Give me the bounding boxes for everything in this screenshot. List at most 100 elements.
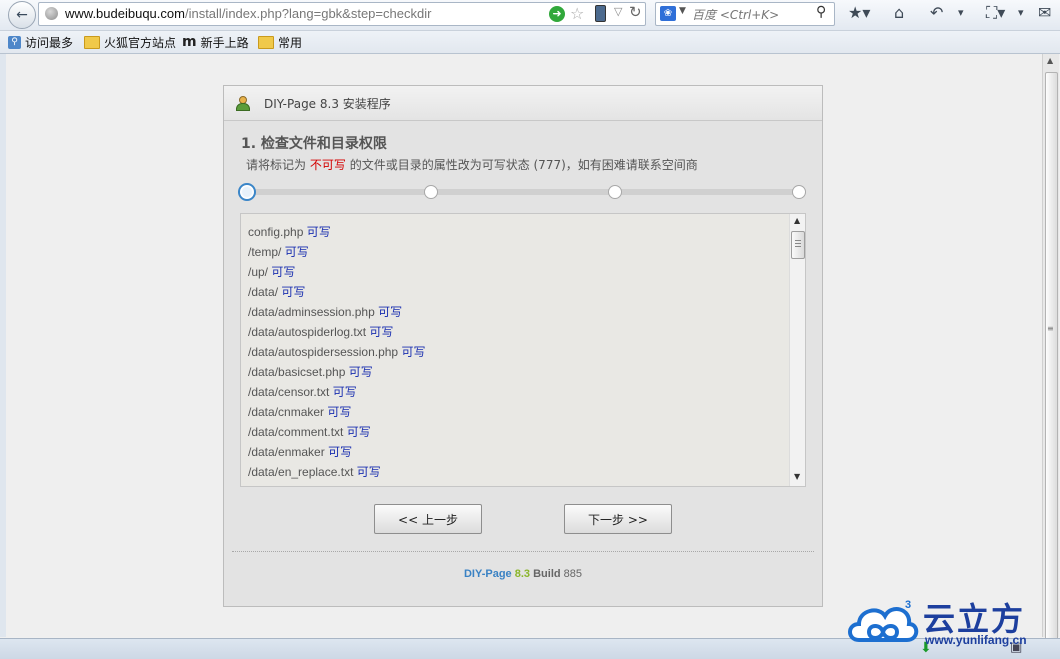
- list-item: /data/forumsession.php 可写: [248, 482, 783, 486]
- bookmark-label: 常用: [278, 35, 303, 50]
- step-description: 请将标记为 不可写 的文件或目录的属性改为可写状态 (777)，如有困难请联系空…: [246, 156, 698, 173]
- scroll-up-icon[interactable]: ▲: [1047, 56, 1053, 65]
- list-item: /data/en_replace.txt 可写: [248, 462, 783, 482]
- writable-status: 可写: [369, 325, 394, 339]
- go-icon[interactable]: ➜: [549, 6, 565, 22]
- writable-status: 可写: [348, 365, 373, 379]
- bookmarks-menu-icon[interactable]: ★▾: [848, 4, 870, 22]
- chat-icon[interactable]: ✉: [1038, 4, 1051, 22]
- list-scroll-thumb[interactable]: [791, 231, 805, 259]
- file-path: config.php: [248, 225, 304, 239]
- svg-text:3: 3: [905, 599, 911, 611]
- list-item: /temp/ 可写: [248, 242, 783, 262]
- bookmark-firefox-site[interactable]: 火狐官方站点: [84, 33, 176, 51]
- file-path: /data/en_replace.txt: [248, 465, 354, 479]
- step-dot-2: [424, 185, 438, 199]
- scroll-grip-icon: ≡: [1047, 324, 1054, 333]
- file-path: /data/basicset.php: [248, 365, 346, 379]
- list-item: /data/censor.txt 可写: [248, 382, 783, 402]
- file-path: /data/adminsession.php: [248, 305, 375, 319]
- step-dot-1: [238, 183, 256, 201]
- page-scrollbar[interactable]: ▲ ≡: [1042, 54, 1059, 644]
- writable-status: 可写: [376, 485, 400, 486]
- address-text[interactable]: www.budeibuqu.com/install/index.php?lang…: [65, 6, 431, 21]
- list-item: /data/adminsession.php 可写: [248, 302, 783, 322]
- installer-footer: DIY-Page 8.3 Build 885: [224, 568, 822, 580]
- permission-list: config.php 可写/temp/ 可写/up/ 可写/data/ 可写/d…: [248, 222, 783, 486]
- address-bar[interactable]: www.budeibuqu.com/install/index.php?lang…: [38, 2, 646, 26]
- list-item: /data/basicset.php 可写: [248, 362, 783, 382]
- writable-status: 可写: [327, 405, 352, 419]
- writable-status: 可写: [332, 385, 357, 399]
- reload-icon[interactable]: ↻: [629, 3, 642, 21]
- progress-track: [238, 189, 806, 195]
- cloud-logo-icon: 3: [848, 599, 919, 642]
- search-bar[interactable]: ❀ ▼ 百度 <Ctrl+K> ⚲: [655, 2, 835, 26]
- desc-after: 的文件或目录的属性改为可写状态 (777)，如有困难请联系空间商: [349, 158, 698, 172]
- bookmark-getting-started[interactable]: m 新手上路: [182, 33, 249, 51]
- history-dropdown-icon[interactable]: ▽: [614, 5, 622, 18]
- undo-icon[interactable]: ↶: [930, 4, 943, 22]
- bookmark-label: 火狐官方站点: [104, 35, 177, 50]
- writable-status: 可写: [271, 265, 296, 279]
- search-icon[interactable]: ⚲: [816, 4, 826, 20]
- list-scroll-up-icon[interactable]: ▲: [794, 216, 800, 225]
- url-host: www.budeibuqu.com: [65, 6, 185, 21]
- folder-icon: [84, 35, 100, 49]
- panel-header: DIY-Page 8.3 安装程序: [224, 86, 822, 121]
- file-path: /up/: [248, 265, 269, 279]
- list-item: /up/ 可写: [248, 262, 783, 282]
- browser-navbar: ← www.budeibuqu.com/install/index.php?la…: [0, 0, 1060, 31]
- file-path: /data/autospidersession.php: [248, 345, 399, 359]
- watermark-url: www.yunlifang.cn: [925, 633, 1027, 647]
- file-path: /data/cnmaker: [248, 405, 325, 419]
- search-engine-dropdown-icon[interactable]: ▼: [679, 6, 686, 16]
- permission-list-box[interactable]: config.php 可写/temp/ 可写/up/ 可写/data/ 可写/d…: [240, 213, 806, 487]
- user-icon: [236, 96, 250, 111]
- screenshot-icon[interactable]: ⛶▾: [986, 4, 1005, 22]
- footer-brand: DIY-Page: [463, 568, 512, 580]
- file-path: /data/forumsession.php: [248, 485, 373, 486]
- bookmark-label: 访问最多: [25, 35, 74, 50]
- list-item: /data/cnmaker 可写: [248, 402, 783, 422]
- bookmark-common[interactable]: 常用: [258, 33, 302, 51]
- list-scrollbar[interactable]: ▲ ▼: [789, 214, 805, 486]
- writable-status: 可写: [328, 445, 353, 459]
- writable-status: 可写: [401, 345, 426, 359]
- file-path: /data/autospiderlog.txt: [248, 325, 367, 339]
- file-path: /data/: [248, 285, 279, 299]
- step-dot-4: [792, 185, 806, 199]
- list-item: /data/comment.txt 可写: [248, 422, 783, 442]
- installer-title: DIY-Page 8.3 安装程序: [264, 97, 391, 111]
- writable-status: 可写: [378, 305, 403, 319]
- list-item: config.php 可写: [248, 222, 783, 242]
- previous-step-button[interactable]: << 上一步: [374, 504, 482, 534]
- bookmark-star-icon[interactable]: ☆: [570, 4, 584, 23]
- file-path: /data/enmaker: [248, 445, 325, 459]
- home-icon[interactable]: ⌂: [894, 4, 904, 22]
- url-path: /install/index.php?lang=gbk&step=checkdi…: [184, 6, 432, 21]
- mobile-view-icon[interactable]: [595, 5, 606, 22]
- next-step-button[interactable]: 下一步 >>: [564, 504, 672, 534]
- step-dot-3: [608, 185, 622, 199]
- undo-dropdown-icon[interactable]: ▾: [958, 4, 964, 22]
- bookmark-most-visited[interactable]: ⚲ 访问最多: [8, 33, 73, 51]
- bookmarks-toolbar: ⚲ 访问最多 火狐官方站点 m 新手上路 常用: [0, 31, 1060, 54]
- writable-status: 可写: [306, 225, 331, 239]
- list-item: /data/enmaker 可写: [248, 442, 783, 462]
- baidu-paw-icon[interactable]: ❀: [660, 6, 676, 21]
- list-item: /data/autospidersession.php 可写: [248, 342, 783, 362]
- search-input[interactable]: 百度 <Ctrl+K>: [692, 6, 779, 23]
- writable-status: 可写: [281, 285, 306, 299]
- bookmark-label: 新手上路: [200, 35, 249, 50]
- site-identity-icon[interactable]: [45, 7, 58, 20]
- footer-build-number: 885: [563, 568, 583, 580]
- page-scroll-thumb[interactable]: [1045, 72, 1058, 644]
- list-scroll-down-icon[interactable]: ▼: [794, 472, 800, 481]
- footer-version: 8.3: [514, 568, 531, 580]
- writable-status: 可写: [356, 465, 381, 479]
- toolbar-dropdown-icon[interactable]: ▾: [1018, 4, 1024, 22]
- most-visited-icon: ⚲: [8, 35, 21, 49]
- file-path: /temp/: [248, 245, 282, 259]
- back-button[interactable]: ←: [8, 1, 36, 29]
